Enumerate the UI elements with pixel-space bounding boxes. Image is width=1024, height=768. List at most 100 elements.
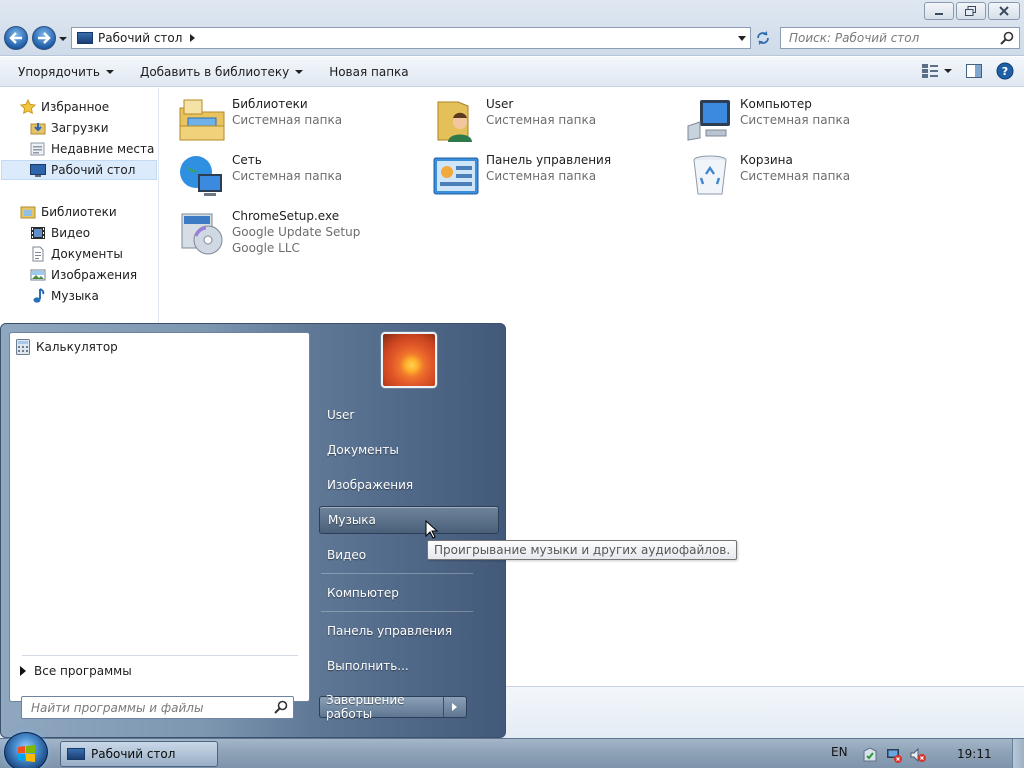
start-item-documents[interactable]: Документы — [319, 436, 499, 464]
close-button[interactable] — [988, 2, 1020, 20]
all-programs-label: Все программы — [34, 664, 132, 678]
volume-muted-icon[interactable] — [910, 747, 926, 763]
nav-item-video[interactable]: Видео — [30, 223, 90, 243]
start-item-pictures[interactable]: Изображения — [319, 471, 499, 499]
music-note-icon — [33, 288, 45, 303]
shutdown-options-button[interactable] — [444, 702, 466, 712]
chevron-down-icon — [944, 69, 952, 73]
control-panel-icon — [432, 152, 480, 200]
address-path[interactable]: Рабочий стол — [98, 31, 182, 45]
restore-icon — [965, 6, 976, 16]
nav-libraries-label: Библиотеки — [41, 205, 117, 219]
nav-favorites[interactable]: Избранное — [20, 97, 109, 117]
file-item-recycle-bin[interactable]: Корзина Системная папка — [686, 152, 850, 200]
nav-item-label: Недавние места — [51, 142, 155, 156]
start-search-placeholder: Найти программы и файлы — [31, 700, 204, 715]
file-item-libraries[interactable]: Библиотеки Системная папка — [178, 96, 342, 144]
start-item-control-panel[interactable]: Панель управления — [319, 617, 499, 645]
help-icon[interactable]: ? — [996, 62, 1014, 80]
file-type: Системная папка — [232, 113, 343, 127]
user-folder-icon — [432, 96, 480, 144]
change-view-button[interactable] — [922, 64, 952, 78]
nav-libraries[interactable]: Библиотеки — [20, 202, 117, 222]
tooltip: Проигрывание музыки и других аудиофайлов… — [427, 540, 738, 560]
nav-item-label: Изображения — [51, 268, 138, 282]
all-programs-button[interactable]: Все программы — [20, 664, 132, 678]
file-item-chromesetup[interactable]: ChromeSetup.exe Google Update Setup Goog… — [178, 208, 360, 256]
file-item-computer[interactable]: Компьютер Системная папка — [686, 96, 850, 144]
forward-button[interactable] — [32, 26, 56, 50]
language-indicator[interactable]: EN — [831, 745, 848, 759]
network-status-icon[interactable] — [886, 747, 902, 763]
start-item-label: Видео — [327, 548, 367, 562]
search-input[interactable]: Поиск: Рабочий стол — [780, 27, 1020, 49]
address-dropdown-icon[interactable] — [738, 36, 746, 41]
nav-item-downloads[interactable]: Загрузки — [30, 118, 109, 138]
nav-item-desktop[interactable]: Рабочий стол — [1, 160, 157, 180]
star-icon — [20, 99, 36, 115]
new-folder-button[interactable]: Новая папка — [311, 57, 416, 86]
clock[interactable]: 19:11 — [957, 747, 992, 761]
shutdown-button[interactable]: Завершение работы — [319, 693, 467, 721]
file-item-network[interactable]: Сеть Системная папка — [178, 152, 342, 200]
breadcrumb-chevron-icon[interactable] — [190, 34, 196, 42]
file-name: Библиотеки — [232, 97, 308, 111]
start-item-user[interactable]: User — [319, 401, 499, 429]
refresh-button[interactable] — [752, 27, 774, 49]
start-search-input[interactable]: Найти программы и файлы — [21, 696, 294, 719]
start-item-label: Выполнить... — [327, 659, 409, 673]
minimize-button[interactable] — [924, 2, 954, 20]
new-folder-label: Новая папка — [329, 64, 409, 79]
start-item-music[interactable]: Музыка — [319, 506, 499, 534]
svg-text:?: ? — [1002, 65, 1008, 78]
nav-item-pictures[interactable]: Изображения — [30, 265, 137, 285]
back-button[interactable] — [4, 26, 28, 50]
start-button[interactable] — [4, 732, 48, 768]
nav-item-recent-places[interactable]: Недавние места — [30, 139, 154, 159]
desktop-icon — [67, 748, 85, 760]
nav-item-label: Документы — [51, 247, 123, 261]
start-item-label: Панель управления — [327, 624, 453, 638]
show-desktop-button[interactable] — [1012, 739, 1024, 768]
computer-icon — [686, 96, 734, 144]
file-company: Google LLC — [232, 241, 300, 255]
minimize-icon — [935, 13, 943, 15]
view-options-icon — [922, 64, 938, 78]
organize-button[interactable]: Упорядочить — [0, 57, 122, 86]
program-calculator[interactable]: Калькулятор — [16, 339, 118, 355]
taskbar-item-desktop-window[interactable]: Рабочий стол — [60, 741, 218, 767]
organize-label: Упорядочить — [18, 64, 100, 79]
recycle-bin-icon — [686, 152, 734, 200]
nav-item-documents[interactable]: Документы — [30, 244, 123, 264]
network-icon — [178, 152, 226, 200]
close-icon — [999, 6, 1009, 16]
file-name: ChromeSetup.exe — [232, 209, 340, 223]
restore-button[interactable] — [956, 2, 986, 20]
recent-pages-dropdown-icon[interactable] — [58, 34, 68, 44]
start-item-run[interactable]: Выполнить... — [319, 652, 499, 680]
preview-pane-icon[interactable] — [966, 64, 982, 78]
start-item-label: Документы — [327, 443, 399, 457]
file-name: Сеть — [232, 153, 262, 167]
nav-item-music[interactable]: Музыка — [30, 286, 99, 306]
nav-item-label: Видео — [51, 226, 91, 240]
nav-item-label: Загрузки — [51, 121, 109, 135]
file-item-user[interactable]: User Системная папка — [432, 96, 596, 144]
add-to-library-button[interactable]: Добавить в библиотеку — [122, 57, 311, 86]
start-item-computer[interactable]: Компьютер — [319, 579, 499, 607]
command-bar: Упорядочить Добавить в библиотеку Новая … — [0, 57, 1024, 87]
file-type: Системная папка — [486, 113, 597, 127]
address-bar[interactable]: Рабочий стол — [71, 27, 751, 49]
user-avatar[interactable] — [381, 332, 437, 388]
divider — [22, 655, 298, 656]
calculator-icon — [16, 339, 30, 355]
file-type: Google Update Setup — [232, 225, 361, 239]
file-name: User — [486, 97, 514, 111]
action-center-icon[interactable] — [862, 747, 878, 763]
shutdown-label: Завершение работы — [320, 693, 444, 721]
chevron-down-icon — [295, 69, 304, 74]
file-item-control-panel[interactable]: Панель управления Системная папка — [432, 152, 611, 200]
search-icon[interactable] — [1000, 31, 1014, 45]
file-type: Системная папка — [486, 169, 597, 183]
title-bar: Рабочий стол Поиск: Рабочий стол — [0, 0, 1024, 56]
